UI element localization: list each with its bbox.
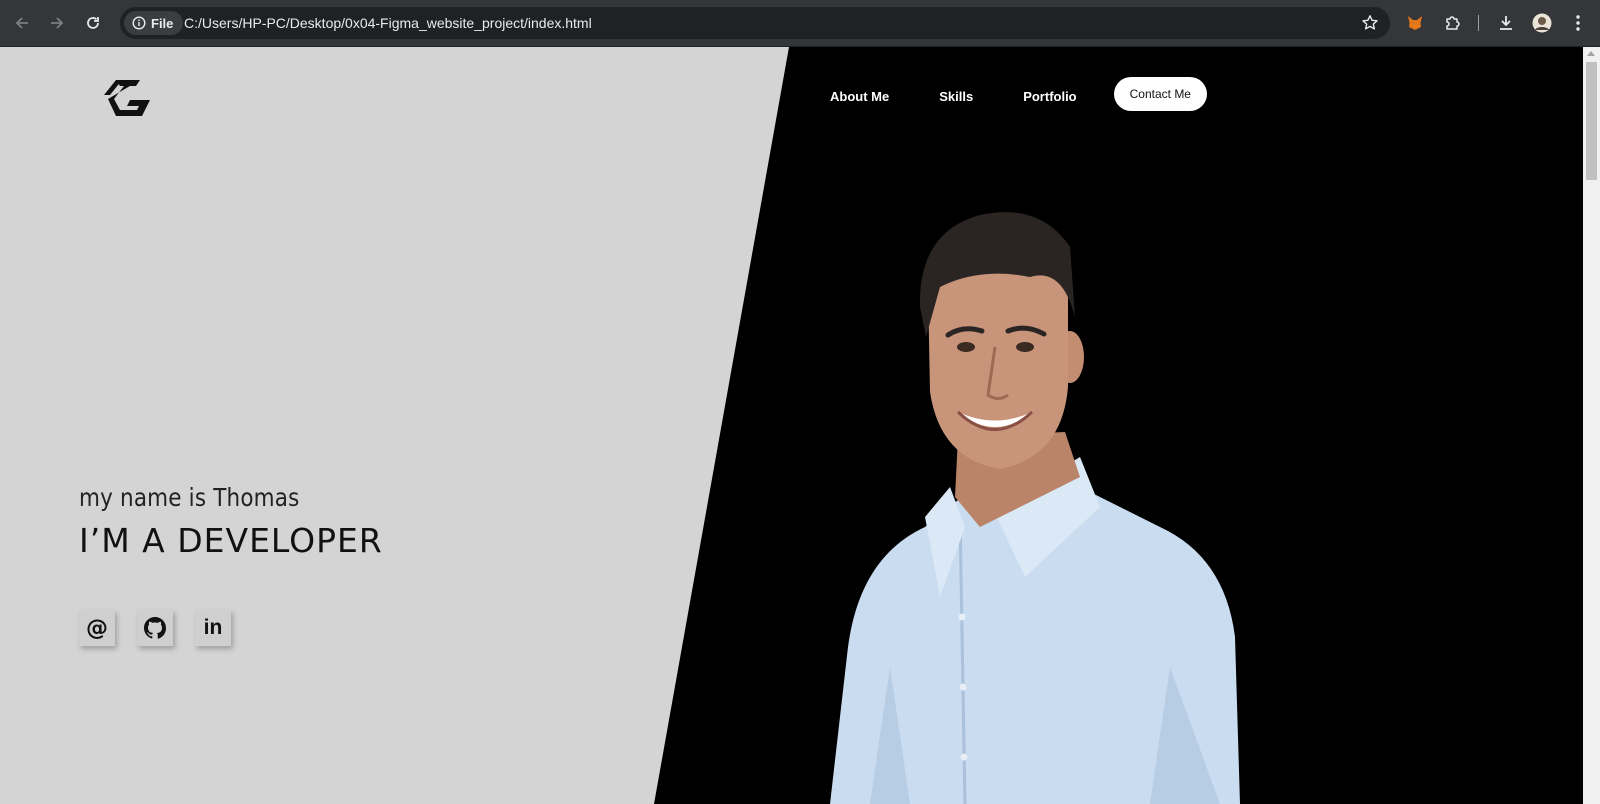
puzzle-extensions-icon (1446, 16, 1460, 30)
contact-me-button[interactable]: Contact Me (1113, 77, 1207, 111)
back-button[interactable] (10, 11, 34, 35)
reload-button[interactable] (81, 11, 105, 35)
hero-left-panel (0, 47, 789, 804)
info-icon (132, 16, 146, 30)
tg-monogram-logo[interactable] (102, 75, 152, 119)
profile-button[interactable] (1530, 11, 1554, 35)
page-scrollbar[interactable] (1583, 47, 1600, 804)
toolbar-divider (1478, 15, 1479, 31)
file-chip-label: File (151, 15, 174, 31)
forward-button[interactable] (45, 11, 69, 35)
developer-portrait (830, 212, 1240, 804)
scroll-up-arrow-icon[interactable] (1587, 51, 1595, 56)
nav-about-me[interactable]: About Me (830, 85, 889, 104)
browser-menu-button[interactable] (1566, 11, 1590, 35)
bookmark-button[interactable] (1358, 11, 1382, 35)
headline: I’M A DEVELOPER (79, 521, 383, 560)
fox-extension-button[interactable] (1403, 11, 1427, 35)
github-button[interactable] (137, 610, 173, 646)
nav-portfolio[interactable]: Portfolio (1023, 85, 1076, 104)
top-navigation: About Me Skills Portfolio Contact Me (830, 77, 1207, 111)
site-info-chip[interactable]: File (124, 11, 184, 35)
linkedin-button[interactable]: in (195, 610, 231, 646)
arrow-left-icon (15, 17, 28, 29)
scroll-thumb[interactable] (1586, 62, 1597, 180)
kebab-menu-icon (1576, 15, 1580, 31)
nav-skills[interactable]: Skills (939, 85, 973, 104)
browser-toolbar: File C:/Users/HP-PC/Desktop/0x04-Figma_w… (0, 0, 1600, 47)
reload-icon (87, 17, 99, 29)
github-icon (144, 617, 166, 639)
social-links: @ in (79, 610, 231, 646)
url-text[interactable]: C:/Users/HP-PC/Desktop/0x04-Figma_websit… (184, 7, 592, 39)
download-icon (1500, 16, 1512, 30)
arrow-right-icon (51, 17, 64, 29)
linkedin-icon: in (203, 616, 223, 639)
profile-avatar (1532, 13, 1552, 33)
star-icon (1362, 15, 1378, 30)
at-sign-icon: @ (86, 615, 108, 641)
intro-text: my name is Thomas (79, 483, 300, 512)
address-bar[interactable]: File C:/Users/HP-PC/Desktop/0x04-Figma_w… (120, 7, 1390, 39)
email-button[interactable]: @ (79, 610, 115, 646)
webpage: About Me Skills Portfolio Contact Me my … (0, 47, 1583, 804)
downloads-button[interactable] (1494, 11, 1518, 35)
fox-extension-icon (1408, 16, 1422, 30)
extensions-button[interactable] (1441, 11, 1465, 35)
